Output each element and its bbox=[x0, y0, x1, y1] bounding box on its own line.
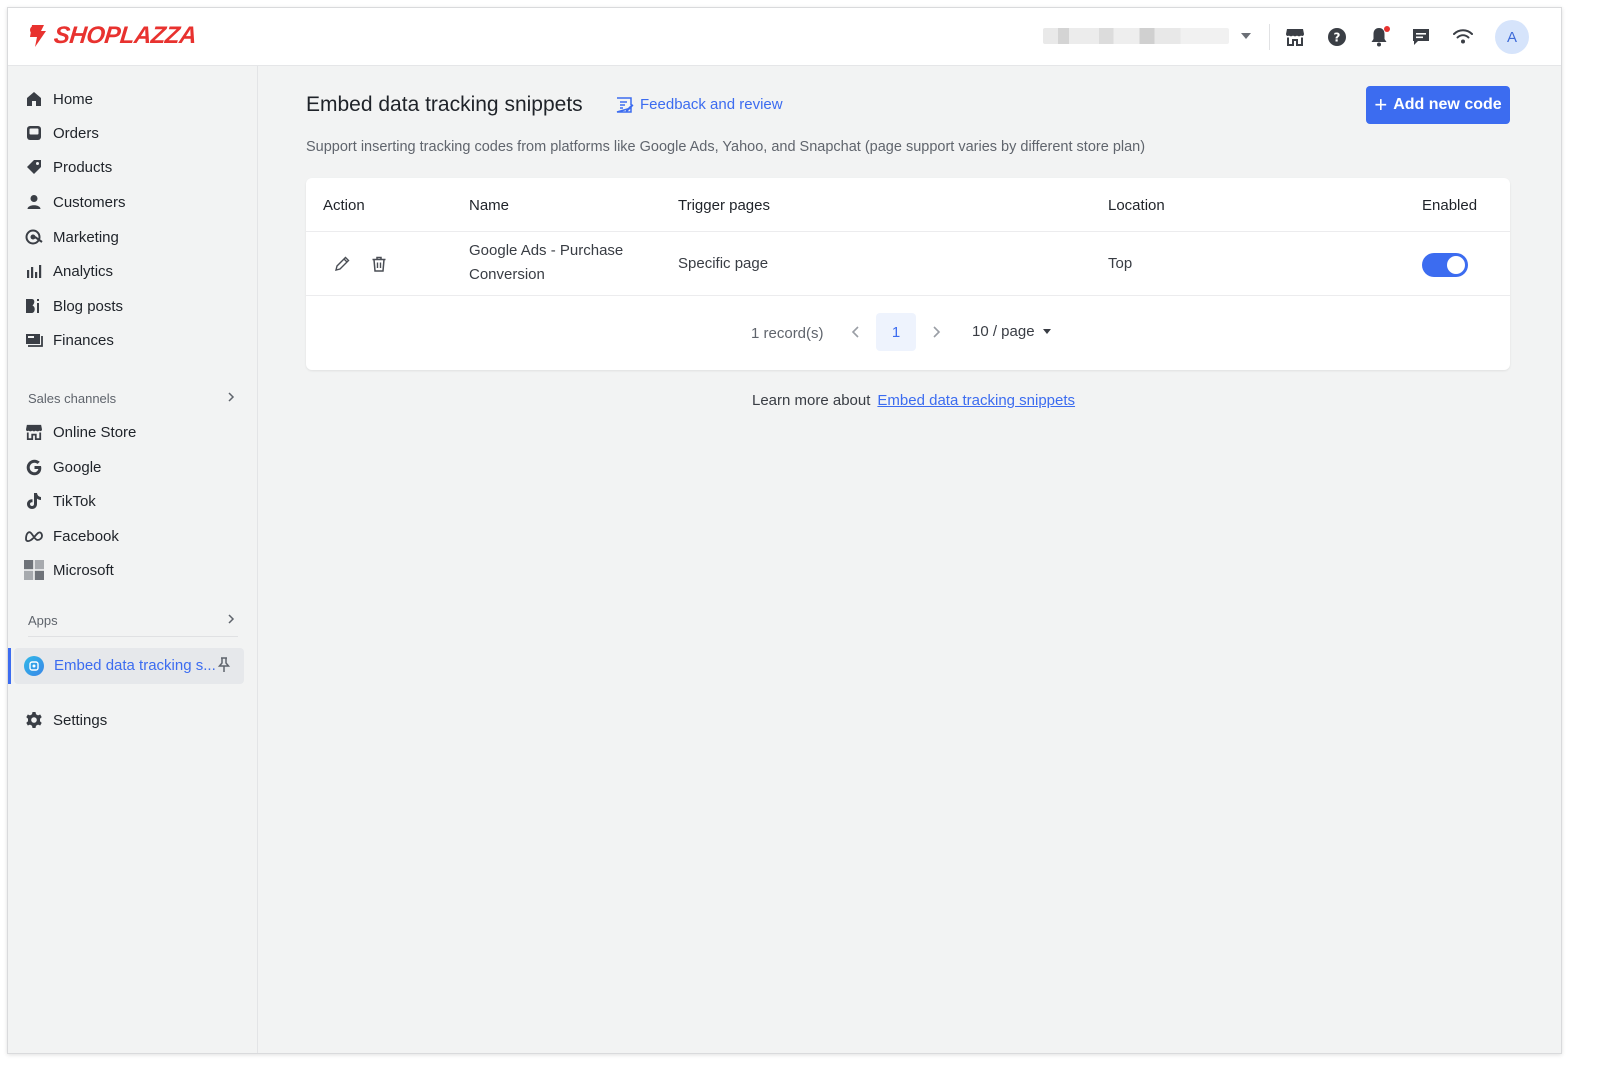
toggle-knob bbox=[1447, 256, 1465, 274]
chevron-left-icon[interactable] bbox=[849, 323, 863, 341]
app-logo-icon bbox=[24, 656, 44, 676]
column-name: Name bbox=[469, 197, 510, 214]
marketing-icon bbox=[24, 227, 44, 247]
record-count: 1 record(s) bbox=[751, 325, 824, 342]
sidebar-item-analytics[interactable]: Analytics bbox=[24, 256, 244, 286]
page-size-select[interactable]: 10 / page bbox=[972, 323, 1051, 340]
row-location: Top bbox=[1108, 255, 1133, 272]
store-icon[interactable] bbox=[1283, 25, 1307, 49]
enabled-toggle[interactable] bbox=[1422, 253, 1468, 277]
wifi-icon[interactable] bbox=[1451, 25, 1475, 49]
trash-icon[interactable] bbox=[370, 255, 388, 273]
finances-icon bbox=[24, 330, 44, 350]
add-new-code-button[interactable]: + Add new code bbox=[1366, 86, 1510, 124]
column-location: Location bbox=[1108, 197, 1165, 214]
learn-more: Learn more about Embed data tracking sni… bbox=[752, 392, 1076, 409]
blog-icon bbox=[24, 296, 44, 316]
sidebar-item-marketing[interactable]: Marketing bbox=[24, 222, 244, 252]
app-window: SHOPLAZZA ? A Home Orders Products Custo… bbox=[7, 7, 1562, 1054]
sidebar-item-online-store[interactable]: Online Store bbox=[24, 417, 244, 447]
main-content: Embed data tracking snippets Feedback an… bbox=[259, 66, 1561, 1053]
table-header: Action Name Trigger pages Location Enabl… bbox=[306, 178, 1510, 232]
sidebar-item-blog-posts[interactable]: Blog posts bbox=[24, 291, 244, 321]
sidebar-item-facebook[interactable]: Facebook bbox=[24, 521, 244, 551]
gear-icon bbox=[24, 710, 44, 730]
store-selector[interactable] bbox=[1043, 28, 1251, 44]
orders-icon bbox=[24, 123, 44, 143]
shoplazza-logo-icon bbox=[30, 25, 46, 47]
top-bar: SHOPLAZZA ? A bbox=[8, 8, 1561, 66]
tag-icon bbox=[24, 157, 44, 177]
sidebar: Home Orders Products Customers Marketing… bbox=[8, 66, 258, 1053]
meta-icon bbox=[24, 526, 44, 546]
row-name-line1: Google Ads - Purchase bbox=[469, 242, 624, 259]
sales-channels-title: Sales channels bbox=[28, 391, 117, 406]
sidebar-item-customers[interactable]: Customers bbox=[24, 187, 244, 217]
apps-title: Apps bbox=[28, 613, 58, 628]
caret-down-icon bbox=[1042, 329, 1051, 334]
feedback-icon bbox=[616, 96, 634, 113]
tiktok-icon bbox=[24, 491, 44, 511]
active-indicator bbox=[8, 648, 11, 684]
sidebar-item-tiktok[interactable]: TikTok bbox=[24, 486, 244, 516]
row-trigger-pages: Specific page bbox=[678, 255, 769, 272]
row-name-line2: Conversion bbox=[469, 266, 545, 283]
page-number-current[interactable]: 1 bbox=[876, 313, 916, 351]
page-title: Embed data tracking snippets bbox=[306, 93, 583, 116]
chevron-down-icon bbox=[1241, 33, 1251, 39]
sidebar-item-embed-data-tracking[interactable]: Embed data tracking s... bbox=[14, 648, 244, 684]
store-name-redacted bbox=[1043, 28, 1229, 44]
home-icon bbox=[24, 89, 44, 109]
svg-text:?: ? bbox=[1334, 31, 1341, 45]
help-icon[interactable]: ? bbox=[1325, 25, 1349, 49]
sidebar-item-settings[interactable]: Settings bbox=[24, 705, 244, 735]
chevron-right-icon[interactable] bbox=[225, 613, 237, 625]
brand-name: SHOPLAZZA bbox=[52, 22, 198, 49]
bell-icon[interactable] bbox=[1367, 25, 1391, 49]
edit-pencil-icon[interactable] bbox=[333, 255, 351, 273]
sidebar-divider bbox=[28, 636, 238, 637]
snippets-table: Action Name Trigger pages Location Enabl… bbox=[306, 178, 1510, 370]
sidebar-item-finances[interactable]: Finances bbox=[24, 325, 244, 355]
sidebar-item-home[interactable]: Home bbox=[24, 84, 244, 114]
plus-icon: + bbox=[1374, 92, 1388, 117]
sidebar-item-products[interactable]: Products bbox=[24, 152, 244, 182]
table-row: Google Ads - Purchase Conversion Specifi… bbox=[306, 232, 1510, 296]
top-divider bbox=[1269, 24, 1270, 50]
sidebar-item-google[interactable]: Google bbox=[24, 452, 244, 482]
google-icon bbox=[24, 457, 44, 477]
sidebar-item-orders[interactable]: Orders bbox=[24, 118, 244, 148]
chat-icon[interactable] bbox=[1409, 25, 1433, 49]
chevron-right-icon[interactable] bbox=[225, 391, 237, 403]
notification-dot bbox=[1384, 26, 1390, 32]
store-icon bbox=[24, 422, 44, 442]
sidebar-item-microsoft[interactable]: Microsoft bbox=[24, 555, 244, 585]
person-icon bbox=[24, 192, 44, 212]
brand-logo[interactable]: SHOPLAZZA bbox=[26, 22, 198, 50]
column-enabled: Enabled bbox=[1422, 197, 1478, 214]
learn-more-link[interactable]: Embed data tracking snippets bbox=[877, 392, 1075, 409]
column-trigger-pages: Trigger pages bbox=[678, 197, 770, 214]
pagination: 1 record(s) 1 10 / page bbox=[306, 296, 1510, 370]
bar-chart-icon bbox=[24, 261, 44, 281]
pin-icon[interactable] bbox=[217, 657, 231, 673]
page-subtitle: Support inserting tracking codes from pl… bbox=[306, 139, 1146, 155]
chevron-right-icon[interactable] bbox=[929, 323, 943, 341]
feedback-link[interactable]: Feedback and review bbox=[616, 96, 783, 113]
microsoft-icon bbox=[24, 560, 44, 580]
user-avatar[interactable]: A bbox=[1495, 20, 1529, 54]
column-action: Action bbox=[323, 197, 365, 214]
